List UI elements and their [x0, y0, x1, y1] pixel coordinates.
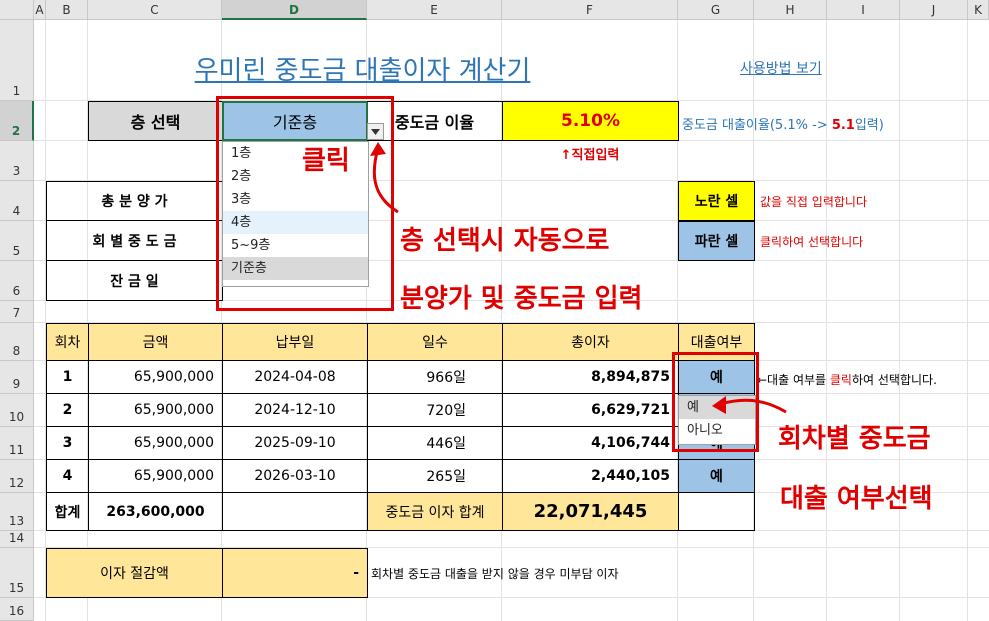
row-loan-select[interactable]: 예	[678, 459, 755, 493]
row-header-10[interactable]: 10	[0, 394, 34, 427]
interest-total-label: 중도금 이자 합계	[367, 492, 503, 531]
row-no: 4	[46, 459, 89, 493]
annotation-loan-select-2: 대출 여부선택	[780, 484, 933, 514]
total-amount: 263,600,000	[88, 492, 223, 531]
row-header-14[interactable]: 14	[0, 531, 34, 548]
row-no: 3	[46, 426, 89, 460]
row-header-15[interactable]: 15	[0, 548, 34, 598]
column-header-i[interactable]: I	[827, 0, 900, 20]
row-header-1[interactable]: 1	[0, 20, 34, 101]
row-header-4[interactable]: 4	[0, 181, 34, 221]
total-price-label: 총 분 양 가	[46, 181, 223, 221]
annotation-click: 클릭	[302, 146, 350, 176]
row-date: 2024-12-10	[222, 393, 368, 427]
column-header-c[interactable]: C	[88, 0, 222, 20]
row-date: 2026-03-10	[222, 459, 368, 493]
table-header-date: 납부일	[222, 323, 368, 361]
row-amount: 65,900,000	[88, 393, 223, 427]
row-date: 2024-04-08	[222, 360, 368, 394]
row-header-11[interactable]: 11	[0, 427, 34, 460]
loan-note: ←대출 여부를 클릭하여 선택합니다.	[757, 373, 937, 387]
total-label: 합계	[46, 492, 89, 531]
installment-label: 회 별 중 도 금	[46, 220, 223, 261]
row-days: 265일	[367, 459, 503, 493]
table-header-no: 회차	[46, 323, 89, 361]
row-amount: 65,900,000	[88, 426, 223, 460]
page-title: 우미린 중도금 대출이자 계산기	[194, 56, 531, 86]
row-header-9[interactable]: 9	[0, 361, 34, 394]
annotation-floor-auto-2: 분양가 및 중도금 입력	[400, 284, 643, 314]
column-header-b[interactable]: B	[46, 0, 88, 20]
balance-date-label: 잔 금 일	[46, 260, 223, 301]
row-no: 1	[46, 360, 89, 394]
interest-total-value: 22,071,445	[502, 492, 679, 531]
column-header-e[interactable]: E	[367, 0, 502, 20]
rate-input[interactable]: 5.10%	[502, 101, 679, 141]
savings-value: -	[222, 548, 368, 598]
empty-cell	[222, 492, 368, 531]
table-header-days: 일수	[367, 323, 503, 361]
column-header-j[interactable]: J	[900, 0, 968, 20]
select-all-corner[interactable]	[0, 0, 34, 20]
row-header-3[interactable]: 3	[0, 141, 34, 181]
row-amount: 65,900,000	[88, 360, 223, 394]
column-header-f[interactable]: F	[502, 0, 678, 20]
row-interest: 4,106,744	[502, 426, 679, 460]
savings-label: 이자 절감액	[46, 548, 223, 598]
row-no: 2	[46, 393, 89, 427]
row-header-5[interactable]: 5	[0, 221, 34, 261]
row-header-7[interactable]: 7	[0, 301, 34, 323]
row-days: 966일	[367, 360, 503, 394]
row-header-6[interactable]: 6	[0, 261, 34, 301]
annotation-floor-auto-1: 층 선택시 자동으로	[400, 226, 610, 256]
floor-select-label: 층 선택	[88, 101, 223, 141]
arrow-icon	[370, 142, 399, 214]
rate-note: 중도금 대출이율(5.1% -> 5.1입력)	[682, 118, 884, 133]
legend-yellow-cell: 노란 셀	[678, 181, 755, 221]
direct-input-note: ↑직접입력	[560, 148, 620, 163]
how-to-link[interactable]: 사용방법 보기	[740, 58, 822, 78]
row-header-2[interactable]: 2	[0, 101, 34, 141]
row-header-8[interactable]: 8	[0, 323, 34, 361]
legend-yellow-note: 값을 직접 입력합니다	[760, 195, 867, 209]
column-header-a[interactable]: A	[34, 0, 46, 20]
row-header-16[interactable]: 16	[0, 598, 34, 621]
row-interest: 8,894,875	[502, 360, 679, 394]
column-header-k[interactable]: K	[968, 0, 989, 20]
row-date: 2025-09-10	[222, 426, 368, 460]
row-days: 720일	[367, 393, 503, 427]
legend-blue-cell: 파란 셀	[678, 221, 755, 261]
empty-cell	[678, 492, 755, 531]
column-header-g[interactable]: G	[678, 0, 754, 20]
legend-blue-note: 클릭하여 선택합니다	[760, 235, 864, 249]
annotation-loan-select-1: 회차별 중도금	[778, 424, 931, 454]
row-header-13[interactable]: 13	[0, 493, 34, 531]
table-header-interest: 총이자	[502, 323, 679, 361]
row-days: 446일	[367, 426, 503, 460]
row-header-12[interactable]: 12	[0, 460, 34, 493]
row-amount: 65,900,000	[88, 459, 223, 493]
savings-note: 회차별 중도금 대출을 받지 않을 경우 미부담 이자	[371, 567, 619, 581]
column-header-h[interactable]: H	[754, 0, 827, 20]
row-interest: 6,629,721	[502, 393, 679, 427]
column-header-d[interactable]: D	[222, 0, 367, 20]
row-interest: 2,440,105	[502, 459, 679, 493]
table-header-amount: 금액	[88, 323, 223, 361]
